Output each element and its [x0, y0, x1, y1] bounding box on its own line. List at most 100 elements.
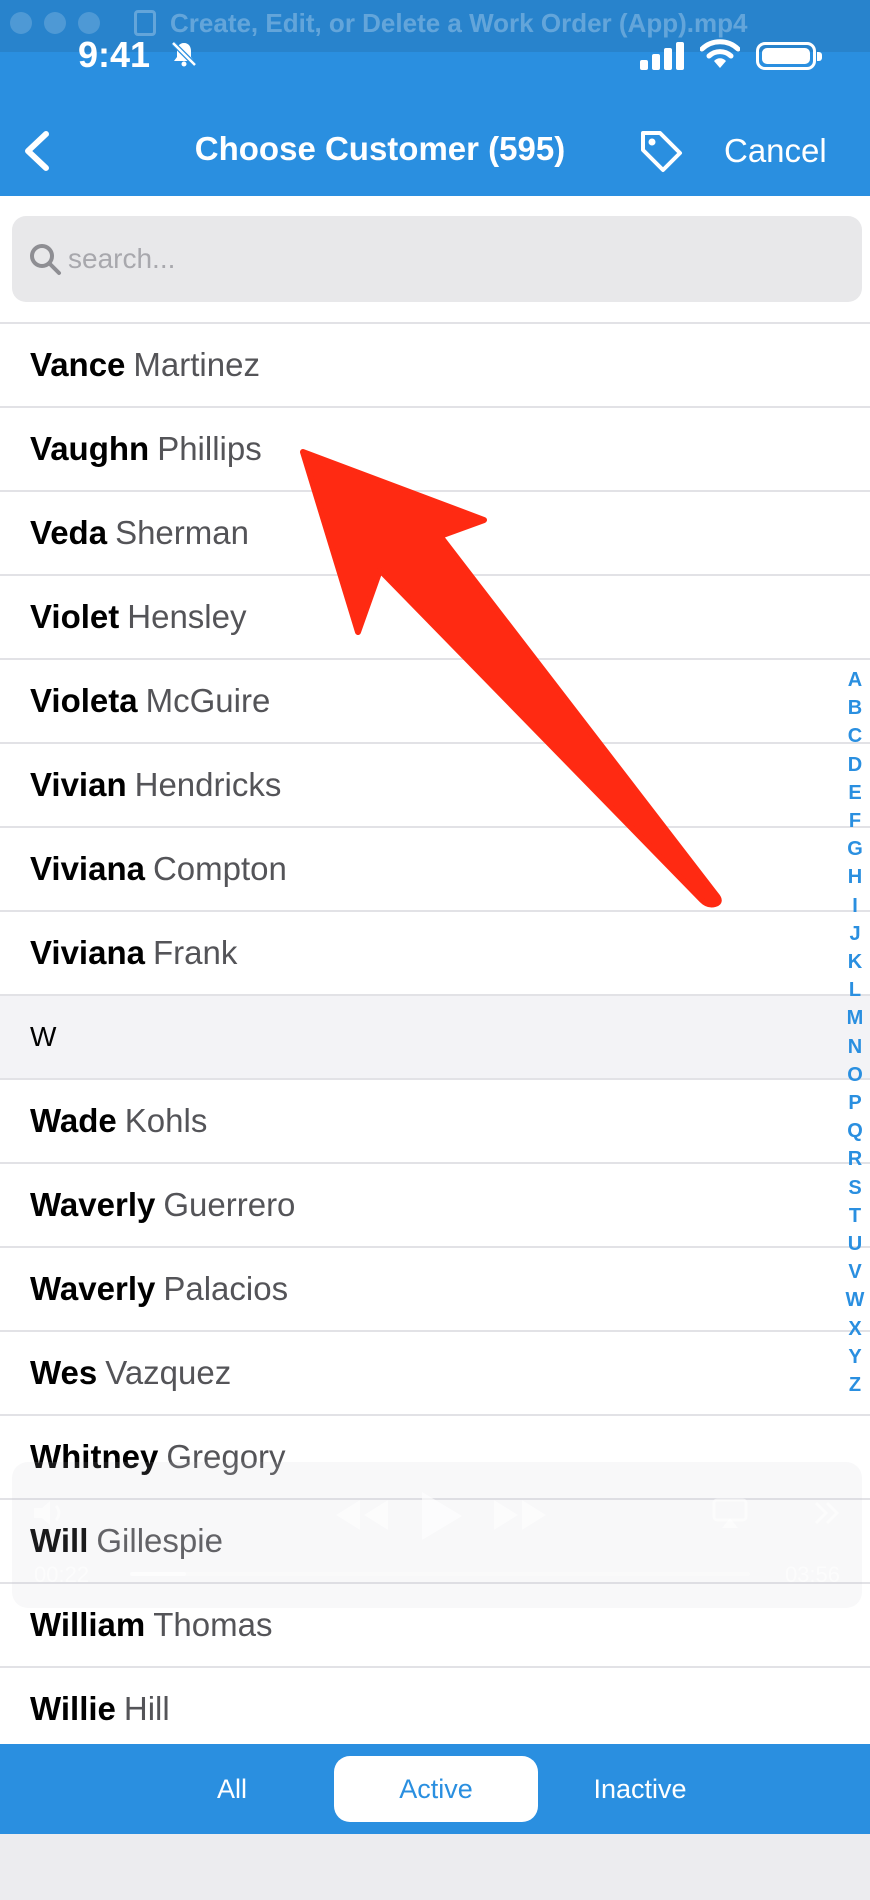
bell-slash-icon	[171, 41, 197, 67]
index-letter-w[interactable]: W	[846, 1286, 865, 1314]
index-letter-r[interactable]: R	[848, 1145, 862, 1173]
index-letter-s[interactable]: S	[848, 1174, 861, 1202]
index-letter-k[interactable]: K	[848, 948, 862, 976]
index-letter-j[interactable]: J	[849, 920, 860, 948]
index-letter-b[interactable]: B	[848, 694, 862, 722]
customer-row[interactable]: Viviana Compton	[0, 828, 870, 912]
customer-last-name: Frank	[152, 934, 238, 971]
alphabet-index[interactable]: ABCDEFGHIJKLMNOPQRSTUVWXYZ	[840, 666, 870, 1399]
customer-last-name: Sherman	[115, 514, 249, 551]
customer-last-name: Hensley	[127, 598, 247, 635]
customer-row[interactable]: Wes Vazquez	[0, 1332, 870, 1416]
customer-last-name: Hill	[123, 1690, 170, 1727]
customer-first-name: Vivian	[30, 766, 127, 803]
customer-first-name: Waverly	[30, 1186, 156, 1223]
customer-first-name: Violeta	[30, 682, 138, 719]
customer-first-name: Wade	[30, 1102, 117, 1139]
customer-row[interactable]: Violeta McGuire	[0, 660, 870, 744]
index-letter-e[interactable]: E	[848, 779, 861, 807]
customer-row[interactable]: Will Gillespie	[0, 1500, 870, 1584]
customer-first-name: Willie	[30, 1690, 116, 1727]
section-header-label: W	[30, 1021, 57, 1052]
customer-first-name: William	[30, 1606, 146, 1643]
index-letter-c[interactable]: C	[848, 722, 862, 750]
customer-last-name: Hendricks	[134, 766, 282, 803]
customer-row[interactable]: Wade Kohls	[0, 1080, 870, 1164]
customer-first-name: Viviana	[30, 850, 145, 887]
customer-row[interactable]: Waverly Guerrero	[0, 1164, 870, 1248]
index-letter-i[interactable]: I	[852, 892, 858, 920]
customer-first-name: Viviana	[30, 934, 145, 971]
customer-row[interactable]: Vaughn Phillips	[0, 408, 870, 492]
index-letter-u[interactable]: U	[848, 1230, 862, 1258]
customer-first-name: Whitney	[30, 1438, 159, 1475]
customer-last-name: Thomas	[153, 1606, 273, 1643]
customer-last-name: Phillips	[157, 430, 262, 467]
search-bar	[0, 196, 870, 322]
customer-first-name: Wes	[30, 1354, 98, 1391]
customer-row[interactable]: William Thomas	[0, 1584, 870, 1668]
customer-first-name: Waverly	[30, 1270, 156, 1307]
customer-last-name: Martinez	[133, 346, 260, 383]
customer-last-name: McGuire	[145, 682, 271, 719]
index-letter-o[interactable]: O	[847, 1061, 863, 1089]
customer-row[interactable]: Vance Martinez	[0, 324, 870, 408]
status-filter-segmented-control: All Active Inactive	[0, 1744, 870, 1834]
customer-last-name: Gregory	[166, 1438, 286, 1475]
search-input[interactable]	[68, 234, 828, 284]
index-letter-p[interactable]: P	[848, 1089, 861, 1117]
customer-last-name: Guerrero	[163, 1186, 296, 1223]
customer-first-name: Violet	[30, 598, 120, 635]
search-box[interactable]	[12, 216, 862, 302]
status-time: 9:41	[78, 34, 151, 75]
index-letter-d[interactable]: D	[848, 751, 862, 779]
customer-row[interactable]: Vivian Hendricks	[0, 744, 870, 828]
page-title: Choose Customer (595)	[194, 130, 566, 167]
index-letter-y[interactable]: Y	[848, 1343, 861, 1371]
customer-last-name: Palacios	[163, 1270, 289, 1307]
window-minimize-button[interactable]	[44, 12, 66, 34]
index-letter-h[interactable]: H	[848, 863, 862, 891]
search-icon	[30, 244, 61, 275]
index-letter-z[interactable]: Z	[849, 1371, 861, 1399]
battery-icon	[756, 42, 822, 70]
bottom-footer	[0, 1834, 870, 1900]
customer-row[interactable]: Viviana Frank	[0, 912, 870, 996]
customer-row[interactable]: Willie Hill	[0, 1668, 870, 1744]
filter-active-button[interactable]: Active	[334, 1756, 538, 1822]
customer-last-name: Kohls	[124, 1102, 208, 1139]
filter-inactive-button[interactable]: Inactive	[540, 1756, 740, 1822]
cellular-signal-icon	[640, 42, 684, 70]
customer-first-name: Will	[30, 1522, 89, 1559]
customer-row[interactable]: Veda Sherman	[0, 492, 870, 576]
wifi-icon	[700, 39, 740, 68]
customer-list[interactable]: Vance Martinez Vaughn Phillips Veda Sherman Vi…	[0, 322, 870, 1744]
index-letter-t[interactable]: T	[849, 1202, 861, 1230]
index-letter-v[interactable]: V	[848, 1258, 861, 1286]
index-letter-f[interactable]: F	[849, 807, 861, 835]
index-letter-q[interactable]: Q	[847, 1117, 863, 1145]
cancel-button[interactable]: Cancel	[724, 132, 827, 170]
index-letter-m[interactable]: M	[847, 1004, 864, 1032]
back-chevron-icon[interactable]	[18, 128, 58, 174]
filter-all-button[interactable]: All	[152, 1756, 312, 1822]
window-zoom-button[interactable]	[78, 12, 100, 34]
app-header: Create, Edit, or Delete a Work Order (Ap…	[0, 0, 870, 196]
index-letter-a[interactable]: A	[848, 666, 862, 694]
window-title: Create, Edit, or Delete a Work Order (Ap…	[170, 8, 748, 38]
index-letter-x[interactable]: X	[848, 1315, 861, 1343]
customer-last-name: Gillespie	[96, 1522, 223, 1559]
index-letter-g[interactable]: G	[847, 835, 863, 863]
customer-row[interactable]: Waverly Palacios	[0, 1248, 870, 1332]
window-close-button[interactable]	[10, 12, 32, 34]
customer-first-name: Vance	[30, 346, 126, 383]
customer-first-name: Veda	[30, 514, 108, 551]
tag-icon[interactable]	[638, 128, 684, 174]
index-letter-n[interactable]: N	[848, 1033, 862, 1061]
customer-row[interactable]: Whitney Gregory	[0, 1416, 870, 1500]
section-header: W	[0, 996, 870, 1080]
index-letter-l[interactable]: L	[849, 976, 861, 1004]
customer-row[interactable]: Violet Hensley	[0, 576, 870, 660]
customer-first-name: Vaughn	[30, 430, 150, 467]
customer-last-name: Compton	[152, 850, 287, 887]
